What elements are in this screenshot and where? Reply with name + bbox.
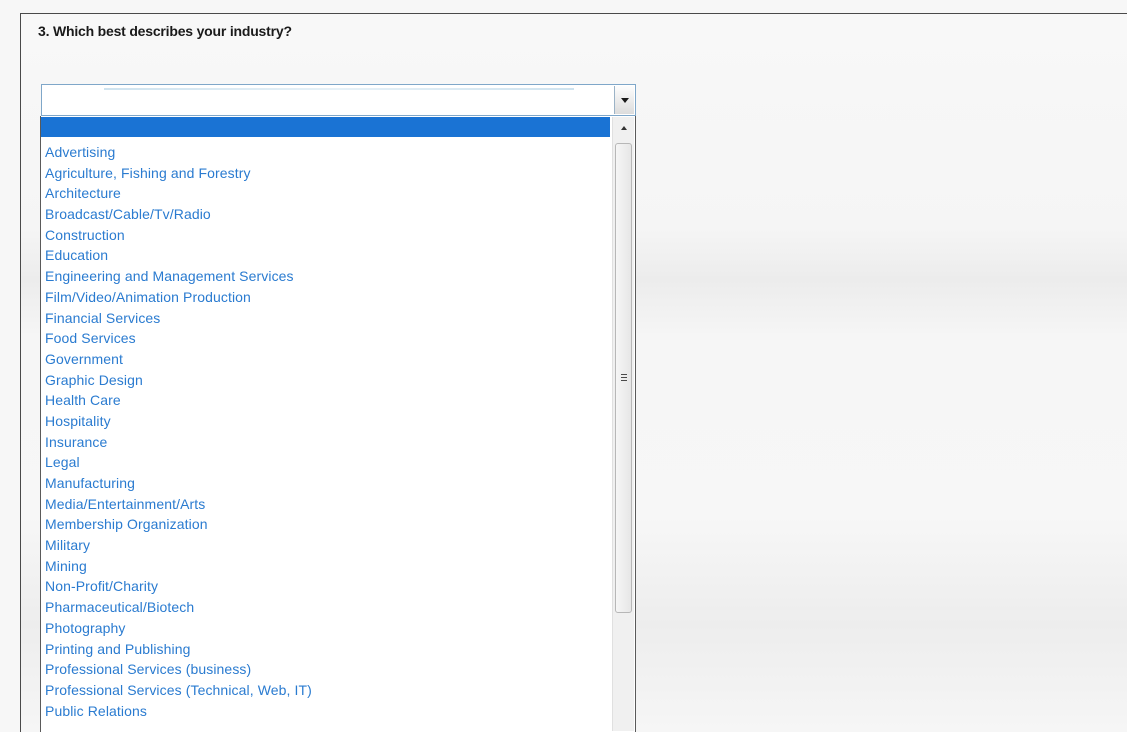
list-item[interactable]: Public Relations bbox=[45, 701, 312, 722]
select-highlight-line bbox=[104, 88, 574, 90]
list-item[interactable]: Architecture bbox=[45, 183, 312, 204]
chevron-down-icon bbox=[620, 98, 629, 103]
question-label: 3. Which best describes your industry? bbox=[38, 23, 292, 39]
listbox-scrollbar[interactable] bbox=[612, 117, 634, 731]
scroll-up-button[interactable] bbox=[613, 117, 634, 139]
list-item[interactable]: Financial Services bbox=[45, 308, 312, 329]
list-item[interactable]: Hospitality bbox=[45, 411, 312, 432]
list-item[interactable]: Membership Organization bbox=[45, 514, 312, 535]
list-item[interactable]: Construction bbox=[45, 225, 312, 246]
options-list: Advertising Agriculture, Fishing and Fore… bbox=[45, 142, 312, 721]
list-item[interactable]: Government bbox=[45, 349, 312, 370]
list-item[interactable]: Manufacturing bbox=[45, 473, 312, 494]
list-item[interactable]: Printing and Publishing bbox=[45, 639, 312, 660]
industry-select[interactable] bbox=[41, 84, 636, 116]
list-item[interactable]: Professional Services (Technical, Web, I… bbox=[45, 680, 312, 701]
list-item[interactable]: Insurance bbox=[45, 432, 312, 453]
list-item[interactable]: Photography bbox=[45, 618, 312, 639]
list-item[interactable]: Food Services bbox=[45, 328, 312, 349]
list-item[interactable]: Graphic Design bbox=[45, 370, 312, 391]
industry-listbox[interactable]: Advertising Agriculture, Fishing and Fore… bbox=[40, 116, 636, 732]
list-item[interactable]: Broadcast/Cable/Tv/Radio bbox=[45, 204, 312, 225]
list-item[interactable]: Military bbox=[45, 535, 312, 556]
list-item[interactable]: Pharmaceutical/Biotech bbox=[45, 597, 312, 618]
list-item[interactable]: Legal bbox=[45, 452, 312, 473]
list-item[interactable]: Engineering and Management Services bbox=[45, 266, 312, 287]
list-item[interactable]: Health Care bbox=[45, 390, 312, 411]
list-item[interactable]: Film/Video/Animation Production bbox=[45, 287, 312, 308]
dropdown-button[interactable] bbox=[614, 86, 634, 114]
list-item[interactable]: Professional Services (business) bbox=[45, 659, 312, 680]
highlighted-option[interactable] bbox=[41, 117, 610, 137]
chevron-up-icon bbox=[620, 126, 627, 130]
grip-icon bbox=[621, 374, 627, 383]
list-item[interactable]: Mining bbox=[45, 556, 312, 577]
list-item[interactable]: Advertising bbox=[45, 142, 312, 163]
list-item[interactable]: Agriculture, Fishing and Forestry bbox=[45, 163, 312, 184]
list-item[interactable]: Media/Entertainment/Arts bbox=[45, 494, 312, 515]
list-item[interactable]: Non-Profit/Charity bbox=[45, 576, 312, 597]
list-item[interactable]: Education bbox=[45, 245, 312, 266]
scroll-thumb[interactable] bbox=[615, 143, 632, 613]
